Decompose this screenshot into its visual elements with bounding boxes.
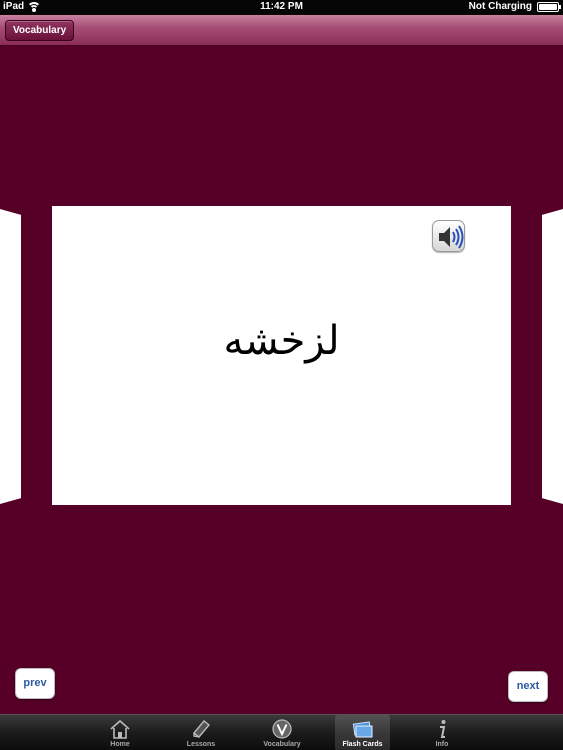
status-right: Not Charging — [468, 1, 561, 12]
tab-info[interactable]: Info — [418, 715, 466, 750]
flash-cards-icon — [352, 721, 372, 738]
tab-home[interactable]: Home — [94, 715, 146, 750]
v-logo-icon — [272, 719, 292, 739]
tab-lessons[interactable]: Lessons — [175, 715, 227, 750]
info-icon — [440, 720, 446, 738]
house-icon — [110, 719, 130, 739]
book-icon — [193, 720, 210, 738]
tab-vocabulary[interactable]: Vocabulary — [256, 715, 308, 750]
card-word: لزخشه — [223, 318, 340, 364]
flash-card[interactable]: لزخشه — [52, 206, 511, 505]
tab-flash-cards[interactable]: Flash Cards — [335, 715, 390, 750]
battery-icon — [537, 1, 561, 12]
next-button[interactable]: next — [508, 671, 548, 702]
speaker-icon[interactable] — [432, 220, 465, 252]
previous-card-peek[interactable] — [0, 209, 21, 504]
charging-status: Not Charging — [468, 1, 532, 12]
next-card-peek[interactable] — [542, 209, 563, 504]
prev-button[interactable]: prev — [15, 668, 55, 699]
status-bar: iPad 11:42 PM Not Charging — [0, 0, 563, 15]
tab-bar: Home Lessons Vocabulary Flash Cards Info — [0, 714, 563, 750]
nav-bar: Vocabulary — [0, 15, 563, 46]
vocabulary-back-button[interactable]: Vocabulary — [5, 20, 75, 41]
